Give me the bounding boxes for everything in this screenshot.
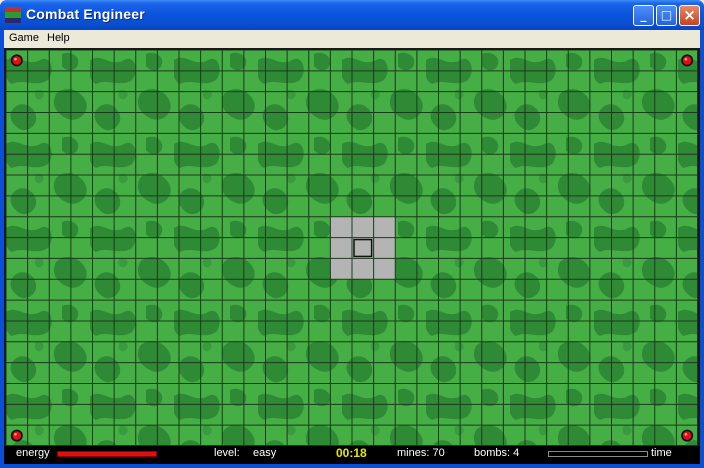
- close-button[interactable]: ×: [679, 5, 700, 26]
- time-bar: [548, 451, 648, 457]
- game-board: [4, 48, 700, 446]
- maximize-icon: □: [660, 8, 673, 22]
- revealed-cell[interactable]: [352, 216, 374, 238]
- energy-bar: [57, 451, 157, 457]
- corner-marker-bottom-left: [10, 429, 23, 442]
- revealed-cell[interactable]: [352, 237, 374, 259]
- level-label: level:: [214, 447, 240, 459]
- corner-marker-top-right: [681, 54, 694, 67]
- revealed-cell[interactable]: [330, 258, 352, 280]
- menu-help[interactable]: Help: [47, 32, 70, 44]
- menu-game[interactable]: Game: [9, 32, 39, 44]
- revealed-cell[interactable]: [330, 237, 352, 259]
- game-window: Combat Engineer _ □ × Game Help energy l…: [0, 0, 704, 468]
- maximize-button[interactable]: □: [656, 5, 677, 26]
- menu-bar: Game Help: [4, 30, 700, 48]
- bombs-counter: bombs: 4: [474, 447, 520, 459]
- mines-counter: mines: 70: [397, 447, 445, 459]
- corner-marker-bottom-right: [681, 429, 694, 442]
- minimize-icon: _: [640, 8, 647, 22]
- title-bar[interactable]: Combat Engineer _ □ ×: [0, 0, 704, 30]
- corner-marker-top-left: [10, 54, 23, 67]
- time-label: time: [651, 447, 672, 459]
- minefield[interactable]: [6, 50, 698, 446]
- minimize-button[interactable]: _: [633, 5, 654, 26]
- window-title: Combat Engineer: [26, 6, 145, 22]
- app-icon[interactable]: [5, 7, 21, 23]
- revealed-cell[interactable]: [352, 258, 374, 280]
- revealed-cell[interactable]: [373, 258, 396, 280]
- revealed-cell[interactable]: [373, 237, 396, 259]
- revealed-cell[interactable]: [373, 216, 396, 238]
- level-value: easy: [253, 447, 277, 459]
- revealed-cell[interactable]: [330, 216, 352, 238]
- close-icon: ×: [683, 6, 696, 24]
- window-frame: [0, 464, 704, 468]
- timer: 00:18: [336, 446, 367, 460]
- status-bar: energy level: easy 00:18 mines: 70 bombs…: [4, 446, 700, 464]
- energy-label: energy: [16, 447, 50, 459]
